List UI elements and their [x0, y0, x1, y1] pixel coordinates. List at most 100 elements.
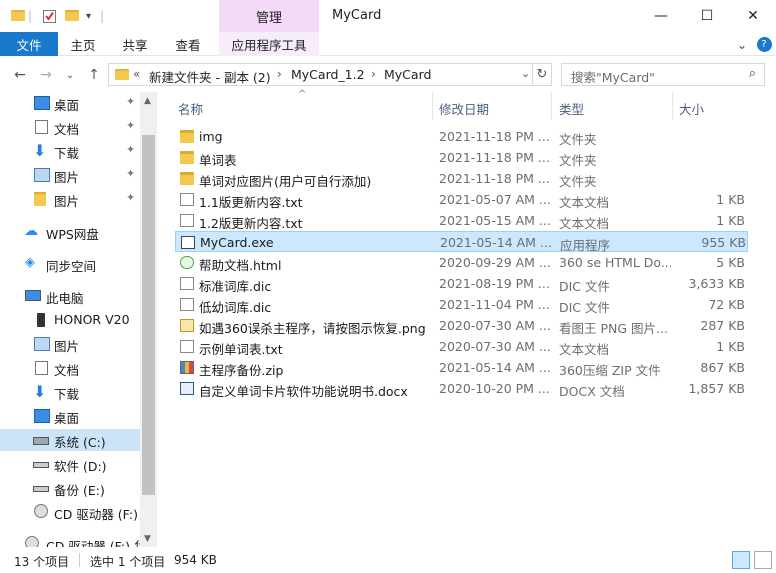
sidebar-item-label: 文档	[54, 363, 80, 378]
search-placeholder: 搜索"MyCard"	[571, 70, 655, 85]
close-button[interactable]: ✕	[730, 0, 776, 32]
sidebar-item-sync-space[interactable]: ◈ 同步空间	[0, 253, 140, 275]
search-input[interactable]: 搜索"MyCard" ⌕	[561, 63, 765, 86]
pin-icon[interactable]: ✦	[126, 143, 135, 156]
column-divider[interactable]	[672, 92, 673, 120]
file-row[interactable]: 标准词库.dic 2021-08-19 PM ... DIC 文件 3,633 KB	[175, 273, 748, 294]
text-file-icon	[180, 340, 194, 353]
scroll-up-icon[interactable]: ▲	[144, 96, 151, 106]
file-row[interactable]: 单词表 2021-11-18 PM ... 文件夹	[175, 147, 748, 168]
column-name[interactable]: 名称	[178, 99, 203, 118]
pin-icon[interactable]: ✦	[126, 119, 135, 132]
file-row[interactable]: 单词对应图片(用户可自行添加) 2021-11-18 PM ... 文件夹	[175, 168, 748, 189]
large-icons-view-button[interactable]	[754, 551, 772, 569]
sidebar-item-drive-d[interactable]: 软件 (D:)	[0, 453, 140, 475]
file-row[interactable]: 1.2版更新内容.txt 2021-05-15 AM ... 文本文档 1 KB	[175, 210, 748, 231]
file-row[interactable]: 如遇360误杀主程序，请按图示恢复.png 2020-07-30 AM ... 看图…	[175, 315, 748, 336]
column-type[interactable]: 类型	[559, 99, 584, 118]
file-row[interactable]: 示例单词表.txt 2020-07-30 AM ... 文本文档 1 KB	[175, 336, 748, 357]
breadcrumb-item[interactable]: MyCard	[384, 67, 431, 82]
search-icon[interactable]: ⌕	[749, 66, 756, 81]
pin-icon[interactable]: ✦	[126, 191, 135, 204]
tab-application-tools[interactable]: 应用程序工具	[219, 32, 319, 56]
download-icon: ⬇	[33, 382, 47, 401]
minimize-button[interactable]: —	[638, 0, 684, 32]
zip-icon	[180, 361, 194, 374]
expand-ribbon-icon[interactable]: ⌄	[732, 32, 752, 56]
file-row[interactable]: img 2021-11-18 PM ... 文件夹	[175, 126, 748, 147]
file-row[interactable]: 自定义单词卡片软件功能说明书.docx 2020-10-20 PM ... DOCX…	[175, 378, 748, 399]
sidebar-item-drive-c[interactable]: 系统 (C:)	[0, 429, 140, 451]
tab-manage[interactable]: 管理	[219, 0, 319, 32]
file-row[interactable]: MyCard.exe 2021-05-14 AM ... 应用程序 955 KB	[175, 231, 748, 253]
sidebar-item-cd-drive-root[interactable]: CD 驱动器 (F:) 华	[0, 533, 146, 547]
sidebar-item-label: 系统 (C:)	[54, 435, 106, 450]
properties-icon[interactable]	[42, 0, 56, 32]
chevron-right-icon[interactable]: ›	[277, 67, 282, 81]
file-type: 360 se HTML Do...	[559, 255, 671, 270]
tab-file[interactable]: 文件	[0, 32, 58, 56]
sidebar-item-documents[interactable]: 文档 ✦	[0, 116, 140, 138]
sidebar-item-pictures[interactable]: 图片 ✦	[0, 164, 140, 186]
details-view-button[interactable]	[732, 551, 750, 569]
sidebar-item-downloads-pc[interactable]: ⬇ 下载	[0, 381, 140, 403]
file-size: 1 KB	[716, 192, 745, 207]
column-divider[interactable]	[432, 92, 433, 120]
file-name: 帮助文档.html	[199, 258, 282, 273]
sidebar-item-documents-pc[interactable]: 文档	[0, 357, 140, 379]
scroll-down-icon[interactable]: ▼	[144, 534, 151, 544]
drive-icon	[33, 462, 49, 468]
new-folder-icon[interactable]	[65, 10, 79, 21]
sidebar-item-drive-e[interactable]: 备份 (E:)	[0, 477, 140, 499]
column-size[interactable]: 大小	[679, 99, 704, 118]
scrollbar-thumb[interactable]	[142, 135, 155, 495]
sidebar-item-cd-drive[interactable]: CD 驱动器 (F:) 华	[0, 501, 154, 523]
file-row[interactable]: 低幼词库.dic 2021-11-04 PM ... DIC 文件 72 KB	[175, 294, 748, 315]
sidebar-item-downloads[interactable]: ⬇ 下载 ✦	[0, 140, 140, 162]
sidebar-item-this-pc[interactable]: 此电脑	[0, 285, 140, 307]
folder-icon[interactable]	[11, 10, 25, 21]
forward-button[interactable]: →	[36, 65, 56, 85]
sidebar-item-desktop-pc[interactable]: 桌面	[0, 405, 140, 427]
text-file-icon	[180, 193, 194, 206]
sidebar-scrollbar[interactable]: ▲ ▼	[140, 92, 157, 547]
folder-icon	[180, 130, 194, 143]
folder-icon	[34, 192, 46, 206]
address-bar[interactable]: « 新建文件夹 - 副本 (2) › MyCard_1.2 › MyCard ⌄	[108, 63, 533, 86]
breadcrumb-item[interactable]: MyCard_1.2	[291, 67, 365, 82]
cd-icon	[25, 536, 39, 547]
sidebar-item-desktop[interactable]: 桌面 ✦	[0, 92, 140, 114]
file-row[interactable]: 主程序备份.zip 2021-05-14 AM ... 360压缩 ZIP 文件 86…	[175, 357, 748, 378]
overflow-chevron[interactable]: «	[133, 67, 140, 81]
sidebar-item-honor-v20[interactable]: HONOR V20	[0, 309, 140, 331]
separator: |	[100, 9, 105, 23]
breadcrumb-item[interactable]: 新建文件夹 - 副本 (2)	[149, 67, 271, 86]
chevron-right-icon[interactable]: ›	[371, 67, 376, 81]
file-name: 单词对应图片(用户可自行添加)	[199, 174, 372, 189]
sidebar-item-label: 图片	[54, 170, 80, 185]
maximize-button[interactable]: ☐	[684, 0, 730, 32]
navigation-pane: 桌面 ✦ 文档 ✦ ⬇ 下载 ✦ 图片 ✦ 图片 ✦ ☁ WPS网盘 ◈ 同步空…	[0, 92, 157, 547]
up-button[interactable]: ↑	[84, 65, 104, 85]
tab-view[interactable]: 查看	[167, 32, 209, 56]
sidebar-item-pictures-pc[interactable]: 图片	[0, 333, 140, 355]
help-icon[interactable]: ?	[756, 36, 772, 52]
column-date[interactable]: 修改日期	[439, 99, 489, 118]
recent-locations-button[interactable]: ⌄	[60, 65, 80, 85]
back-button[interactable]: ←	[10, 65, 30, 85]
address-row: ← → ⌄ ↑ « 新建文件夹 - 副本 (2) › MyCard_1.2 › …	[0, 60, 776, 90]
customize-quick-access-icon[interactable]: ▾	[86, 0, 91, 32]
tab-home[interactable]: 主页	[62, 32, 104, 56]
refresh-button[interactable]: ↻	[533, 63, 552, 86]
pin-icon[interactable]: ✦	[126, 167, 135, 180]
file-row[interactable]: 1.1版更新内容.txt 2021-05-07 AM ... 文本文档 1 KB	[175, 189, 748, 210]
sidebar-item-wps-cloud[interactable]: ☁ WPS网盘	[0, 221, 140, 243]
file-row[interactable]: 帮助文档.html 2020-09-29 AM ... 360 se HTML Do…	[175, 252, 748, 273]
pin-icon[interactable]: ✦	[126, 95, 135, 108]
sidebar-item-pictures-folder[interactable]: 图片 ✦	[0, 188, 140, 210]
column-divider[interactable]	[551, 92, 552, 120]
chevron-down-icon[interactable]: ⌄	[521, 67, 530, 80]
file-size: 72 KB	[708, 297, 745, 312]
tab-share[interactable]: 共享	[114, 32, 156, 56]
file-type: 文本文档	[559, 342, 610, 357]
